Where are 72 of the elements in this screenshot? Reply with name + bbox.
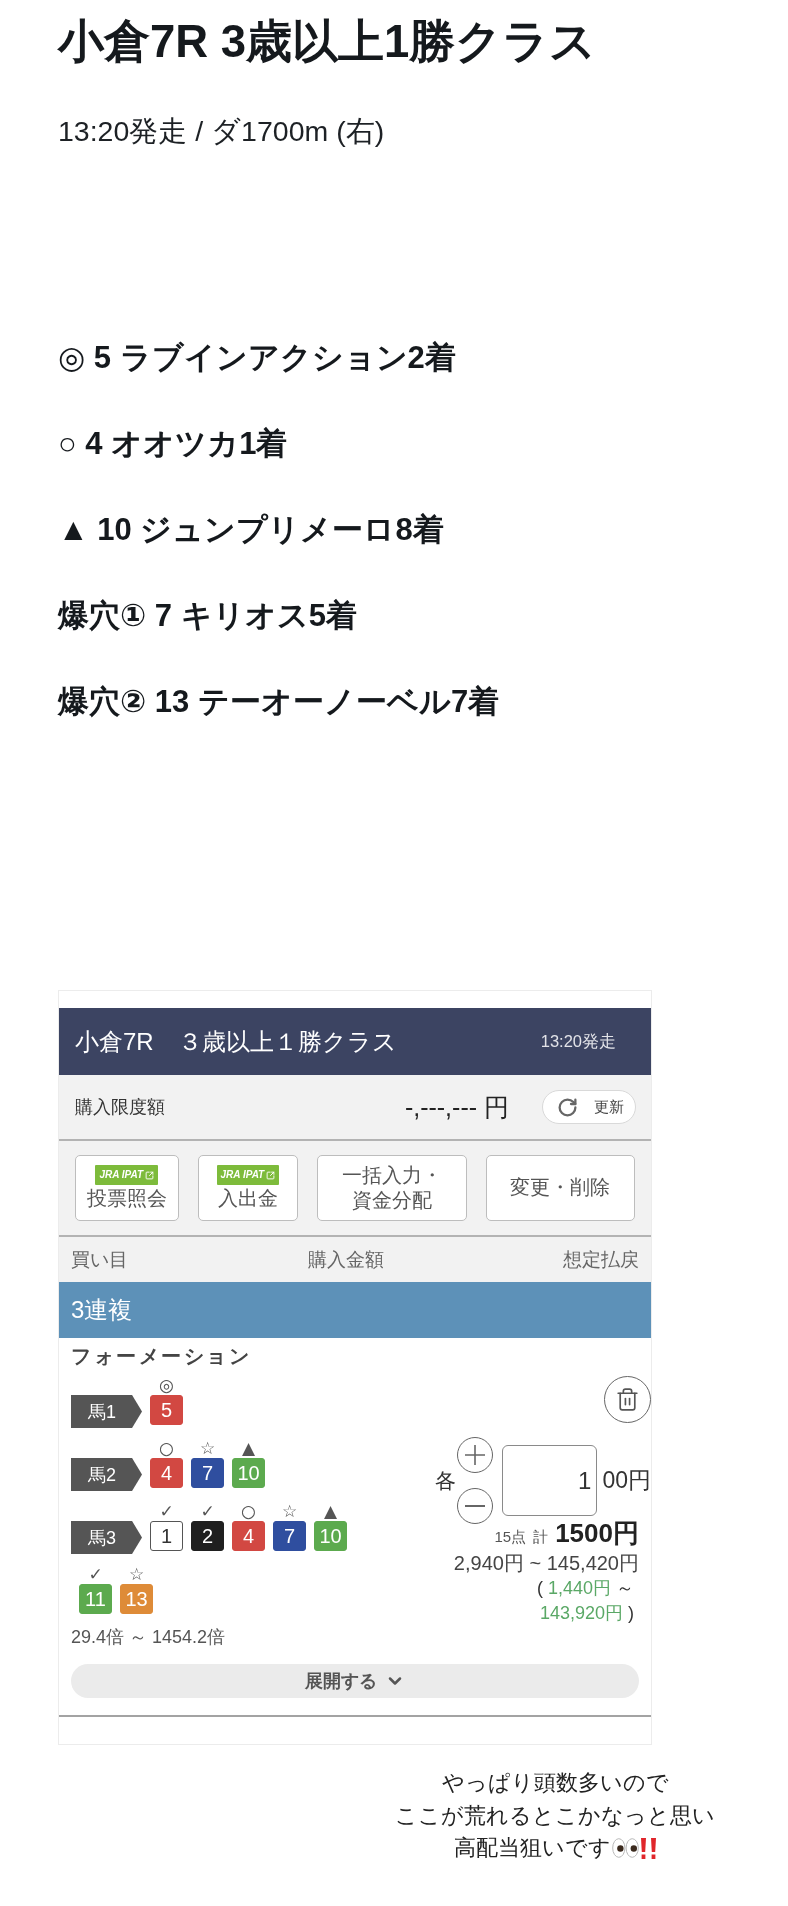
action-button[interactable]: JRA IPAT 入出金	[197, 1155, 299, 1221]
pick-line: 爆穴① 7 キリオス5着	[58, 597, 357, 635]
prediction-mark: ☆	[281, 1502, 298, 1521]
net-payout-range: ( 1,440円 ～ 143,920円 )	[536, 1577, 634, 1625]
external-link-icon	[266, 1170, 276, 1180]
purchase-limit-label: 購入限度額	[75, 1096, 165, 1119]
leg-label: 馬2	[71, 1458, 142, 1491]
horse-number-tile: 2	[191, 1521, 224, 1551]
pick-line: ◎ 5 ラブインアクション2着	[58, 339, 456, 377]
prediction-mark: ✓	[159, 1502, 174, 1521]
column-header: 買い目	[71, 1248, 128, 1272]
leg-label: 馬3	[71, 1521, 142, 1554]
bet-method: フォーメーション	[71, 1344, 251, 1369]
each-label: 各	[435, 1467, 457, 1494]
column-header: 想定払戻	[563, 1248, 639, 1272]
horse-number-tile: 4	[232, 1521, 265, 1551]
double-exclamation-icon	[639, 1837, 657, 1859]
prediction-mark: ◎	[159, 1376, 174, 1395]
eyes-emoji-icon	[611, 1838, 639, 1859]
badge-label: JRA IPAT	[220, 1168, 265, 1183]
column-header: 購入金額	[307, 1248, 384, 1272]
pick-line: ▲ 10 ジュンプリメーロ8着	[58, 511, 444, 549]
leg-label: 馬1	[71, 1395, 142, 1428]
bet-type-bar: 3連複	[59, 1282, 651, 1338]
horse-number-tile: 1	[150, 1521, 183, 1551]
action-button[interactable]: 変更・削除	[485, 1155, 635, 1221]
caption-line: ここが荒れるとこかなっと思い	[395, 1801, 715, 1830]
prediction-mark: ○	[159, 1439, 174, 1458]
horse-number-tile: 13	[120, 1584, 153, 1614]
minus-icon	[465, 1505, 486, 1507]
horse-number-tile: 4	[150, 1458, 183, 1488]
increase-button[interactable]	[457, 1437, 494, 1473]
prediction-mark: ▲	[241, 1439, 256, 1458]
horse-number-tile: 10	[314, 1521, 347, 1551]
horse-number-tile: 7	[191, 1458, 224, 1488]
action-button[interactable]: 一括入力・ 資金分配	[317, 1155, 467, 1221]
prediction-mark: ☆	[128, 1565, 145, 1584]
caption-line: やっぱり頭数多いので	[441, 1769, 669, 1797]
horse-number-tile: 11	[79, 1584, 112, 1614]
expand-button[interactable]: 展開する	[71, 1664, 639, 1698]
points-count: 15点	[494, 1527, 527, 1547]
trash-icon	[615, 1387, 640, 1412]
horse-number-tile: 10	[232, 1458, 265, 1488]
race-title: 小倉7R 3歳以上1勝クラス	[58, 15, 597, 68]
refresh-button[interactable]: 更新	[542, 1090, 636, 1124]
caption-line: 高配当狙いです	[453, 1834, 611, 1862]
refresh-icon	[557, 1096, 578, 1118]
total-label: 計	[533, 1527, 549, 1547]
amount-unit: 00円	[602, 1466, 651, 1495]
prediction-mark: ▲	[323, 1502, 338, 1521]
horse-number-tile: 5	[150, 1395, 183, 1425]
odds-range: 29.4倍 ～ 1454.2倍	[71, 1626, 226, 1649]
horse-number-tile: 7	[273, 1521, 306, 1551]
plus-icon	[465, 1445, 486, 1465]
amount-input[interactable]: 1	[502, 1445, 598, 1516]
race-subtitle: 13:20発走 / ダ1700m (右)	[58, 114, 385, 149]
delete-button[interactable]	[604, 1376, 651, 1423]
prediction-mark: ✓	[200, 1502, 215, 1521]
purchase-limit-amount: -,---,--- 円	[404, 1091, 509, 1123]
pick-line: ○ 4 オオツカ1着	[58, 425, 288, 463]
total-amount: 1500円	[555, 1519, 639, 1547]
pick-line: 爆穴② 13 テーオーノーベル7着	[58, 683, 500, 721]
decrease-button[interactable]	[457, 1488, 494, 1524]
badge-label: JRA IPAT	[99, 1168, 144, 1183]
prediction-mark: ☆	[199, 1439, 216, 1458]
external-link-icon	[145, 1170, 155, 1180]
card-title: 小倉7R ３歳以上１勝クラス	[75, 1026, 397, 1057]
payout-range: 2,940円 ~ 145,420円	[453, 1551, 639, 1576]
prediction-mark: ○	[241, 1502, 256, 1521]
action-button[interactable]: JRA IPAT 投票照会	[75, 1155, 179, 1221]
prediction-mark: ✓	[88, 1565, 103, 1584]
post-time: 13:20発走	[540, 1030, 616, 1052]
